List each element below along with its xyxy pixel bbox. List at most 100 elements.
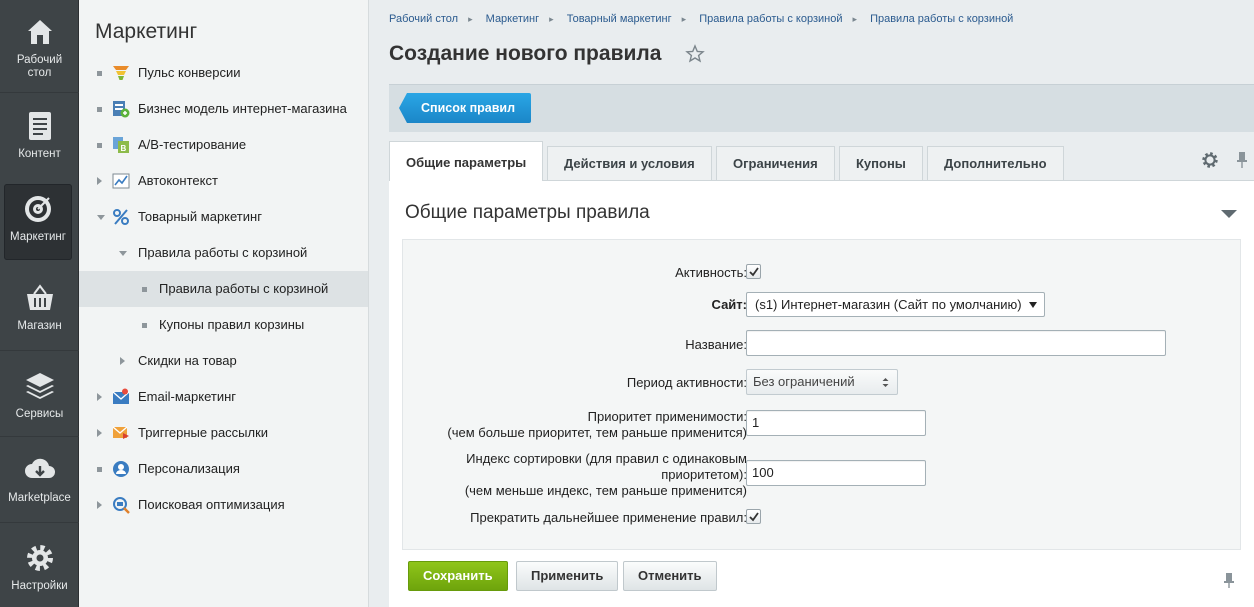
sidebar-item-cart-rules-group[interactable]: Правила работы с корзиной [79,235,368,271]
rail-label: Marketplace [8,492,71,504]
percent-icon [113,209,129,225]
sidebar-item-cart-coupons[interactable]: Купоны правил корзины [79,307,368,343]
breadcrumb-link[interactable]: Товарный маркетинг [567,13,672,25]
save-button[interactable]: Сохранить [408,561,508,591]
rail-item-settings[interactable]: Настройки [0,542,79,593]
rail-label: Сервисы [15,408,64,420]
rail-label: Настройки [11,580,68,592]
breadcrumb: Рабочий стол ▸ Маркетинг ▸ Товарный маркет… [389,13,1023,25]
name-label: Название: [685,337,747,352]
funnel-icon [113,66,129,80]
sidebar-item-label: Email-маркетинг [138,389,237,404]
favorite-star-icon[interactable] [685,44,705,64]
checkmark-icon [749,512,759,522]
ab-test-icon: B [113,137,129,153]
basket-icon [26,284,53,310]
pin-icon[interactable] [1235,151,1249,169]
name-input[interactable] [746,330,1166,356]
pin-icon[interactable] [1223,572,1235,589]
breadcrumb-link[interactable]: Рабочий стол [389,13,458,25]
sidebar-item-business-model[interactable]: Бизнес модель интернет-магазина [79,91,368,127]
left-rail: Рабочий стол Контент Маркетинг Магазин С… [0,0,79,607]
expand-arrow-icon[interactable] [120,357,125,365]
breadcrumb-separator-icon: ▸ [549,14,554,24]
rail-divider [0,92,79,93]
seo-icon [113,497,130,514]
sidebar-item-label: Пульс конверсии [138,65,241,80]
expand-arrow-icon[interactable] [97,501,102,509]
sidebar-item-seo[interactable]: Поисковая оптимизация [79,487,368,523]
rail-item-content[interactable]: Контент [0,110,79,161]
sidebar-item-cart-rules[interactable]: Правила работы с корзиной [79,271,368,307]
sidebar-title: Маркетинг [95,20,198,43]
sort-input[interactable]: 100 [746,460,926,486]
trigger-mail-icon [112,426,129,439]
breadcrumb-separator-icon: ▸ [468,14,473,24]
sidebar-item-label: Персонализация [138,461,240,476]
tabs: Общие параметры Действия и условия Огран… [389,141,1254,181]
stop-rules-label: Прекратить дальнейшее применение правил: [470,510,747,525]
priority-label: Приоритет применимости: [587,409,747,424]
gear-icon [26,545,53,571]
site-select-value: (s1) Интернет-магазин (Сайт по умолчанию… [755,297,1022,312]
rail-item-marketplace[interactable]: Marketplace [0,454,79,505]
rail-label: Контент [18,148,61,160]
breadcrumb-link[interactable]: Правила работы с корзиной [699,13,842,25]
sidebar-item-conversion-pulse[interactable]: Пульс конверсии [79,55,368,91]
cancel-button[interactable]: Отменить [623,561,717,591]
form: Активность: Сайт: (s1) Интернет-магазин … [402,239,1241,550]
sidebar-item-trigger-mailings[interactable]: Триггерные рассылки [79,415,368,451]
rail-item-services[interactable]: Сервисы [0,370,79,421]
tab-additional[interactable]: Дополнительно [927,146,1064,180]
settings-gear-icon[interactable] [1201,151,1219,169]
sidebar-item-product-marketing[interactable]: Товарный маркетинг [79,199,368,235]
bullet [97,71,102,76]
person-icon [113,461,129,477]
sidebar-item-autocontext[interactable]: Автоконтекст [79,163,368,199]
rail-item-marketing[interactable]: Маркетинг [4,184,72,260]
collapse-icon[interactable] [1221,210,1237,218]
sidebar-item-label: Скидки на товар [138,353,237,368]
sidebar-item-label: Автоконтекст [138,173,218,188]
collapse-arrow-icon[interactable] [97,215,105,220]
expand-arrow-icon[interactable] [97,429,102,437]
sidebar-item-label: Товарный маркетинг [138,209,262,224]
bullet [142,323,147,328]
sidebar-item-label: Правила работы с корзиной [138,245,308,260]
active-checkbox[interactable] [746,264,761,279]
breadcrumb-separator-icon: ▸ [852,14,857,24]
expand-arrow-icon[interactable] [97,177,102,185]
tab-restrictions[interactable]: Ограничения [716,146,835,180]
breadcrumb-link[interactable]: Правила работы с корзиной [870,13,1013,25]
sidebar-item-personalization[interactable]: Персонализация [79,451,368,487]
site-select[interactable]: (s1) Интернет-магазин (Сайт по умолчанию… [746,292,1045,317]
rail-item-shop[interactable]: Магазин [0,282,79,333]
sidebar-item-ab-testing[interactable]: B A/B-тестирование [79,127,368,163]
layers-icon [25,373,54,399]
priority-input[interactable]: 1 [746,410,926,436]
apply-button[interactable]: Применить [516,561,619,591]
sidebar-item-email-marketing[interactable]: Email-маркетинг [79,379,368,415]
target-icon [25,196,51,222]
breadcrumb-link[interactable]: Маркетинг [486,13,539,25]
rail-divider [0,522,79,523]
checkmark-icon [749,267,759,277]
bullet [97,467,102,472]
bullet [97,107,102,112]
bullet [142,287,147,292]
expand-arrow-icon[interactable] [97,393,102,401]
rail-label: Маркетинг [10,231,66,243]
sidebar-item-label: Купоны правил корзины [159,317,305,332]
tab-actions-conditions[interactable]: Действия и условия [547,146,712,180]
sort-hint: (чем меньше индекс, тем раньше применитс… [464,483,747,498]
tab-coupons[interactable]: Купоны [839,146,923,180]
period-select[interactable]: Без ограничений [746,369,898,395]
rules-list-button[interactable]: Список правил [399,93,532,123]
sidebar-item-label: Правила работы с корзиной [159,281,329,296]
stop-rules-checkbox[interactable] [746,509,761,524]
collapse-arrow-icon[interactable] [119,251,127,256]
tab-general[interactable]: Общие параметры [389,141,544,181]
rail-item-desktop[interactable]: Рабочий стол [0,16,79,80]
panel-title: Общие параметры правила [405,202,650,223]
sidebar-item-product-discounts[interactable]: Скидки на товар [79,343,368,379]
